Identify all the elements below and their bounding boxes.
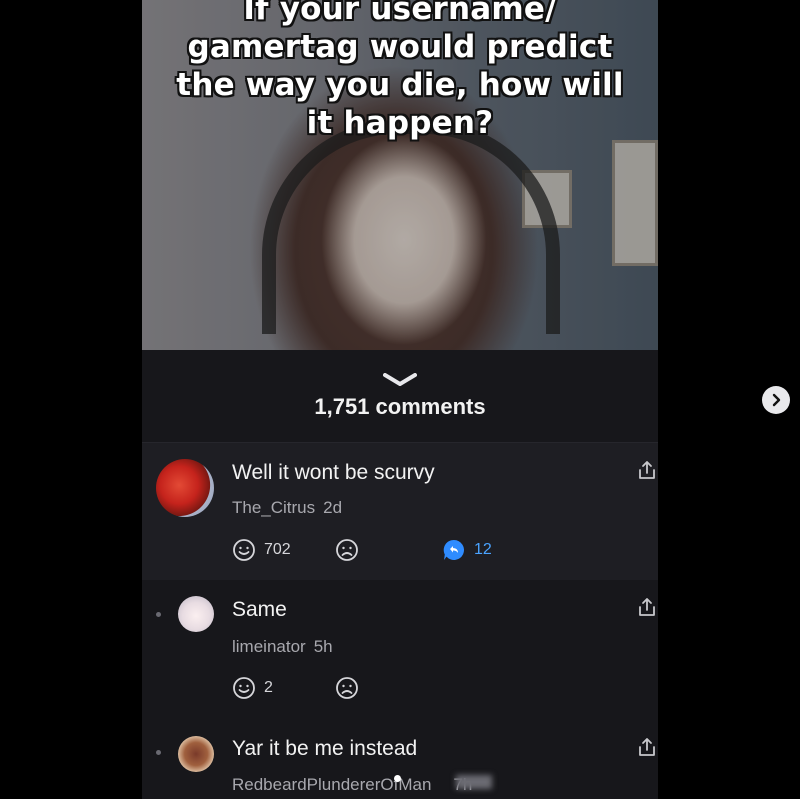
reply-bubble-icon (443, 539, 465, 560)
comment-meta: RedbeardPlundererOfMan7h (232, 775, 472, 795)
video-caption: If your username/ gamertag would predict… (176, 0, 624, 141)
comment-time: 5h (313, 637, 333, 656)
comments-count: 1,751 comments (314, 394, 486, 419)
username-link[interactable]: The_Citrus (232, 498, 315, 517)
next-button[interactable] (762, 386, 790, 414)
avatar[interactable] (178, 736, 214, 772)
comment-item: Same limeinator 5h 2 (142, 580, 658, 720)
comment-item: Well it wont be scurvy The_Citrus 2d 702 (142, 443, 658, 580)
thread-dot (156, 750, 161, 755)
comment-meta: limeinator 5h (232, 637, 333, 657)
like-button[interactable]: 702 (232, 538, 291, 562)
comment-item: Yar it be me instead RedbeardPlundererOf… (142, 720, 658, 799)
avatar[interactable] (178, 596, 214, 632)
like-count: 702 (264, 541, 291, 558)
comment-text: Well it wont be scurvy (232, 461, 435, 484)
share-icon[interactable] (636, 736, 658, 758)
redaction-blur (456, 775, 492, 789)
frown-icon (336, 539, 358, 561)
reply-count: 12 (474, 541, 492, 558)
username-link[interactable]: limeinator (232, 637, 306, 656)
thread-dot (156, 612, 161, 617)
carousel-dot[interactable] (394, 775, 401, 782)
dislike-button[interactable] (335, 676, 359, 700)
comment-text: Yar it be me instead (232, 737, 418, 760)
username-link[interactable]: RedbeardPlundererOfMan (232, 775, 431, 794)
comment-text: Same (232, 598, 287, 621)
frown-icon (336, 677, 358, 699)
avatar[interactable] (156, 459, 214, 517)
like-button[interactable]: 2 (232, 676, 273, 700)
smile-icon (233, 539, 255, 561)
video-thumbnail[interactable]: If your username/ gamertag would predict… (142, 0, 658, 350)
replies-button[interactable]: 12 (442, 538, 492, 562)
share-icon[interactable] (636, 596, 658, 618)
post-viewer: If your username/ gamertag would predict… (142, 0, 658, 799)
comment-time: 2d (323, 498, 343, 517)
comment-meta: The_Citrus 2d (232, 498, 342, 518)
chevron-right-icon (772, 393, 781, 407)
dislike-button[interactable] (335, 538, 359, 562)
like-count: 2 (264, 679, 273, 696)
smile-icon (233, 677, 255, 699)
share-icon[interactable] (636, 459, 658, 481)
